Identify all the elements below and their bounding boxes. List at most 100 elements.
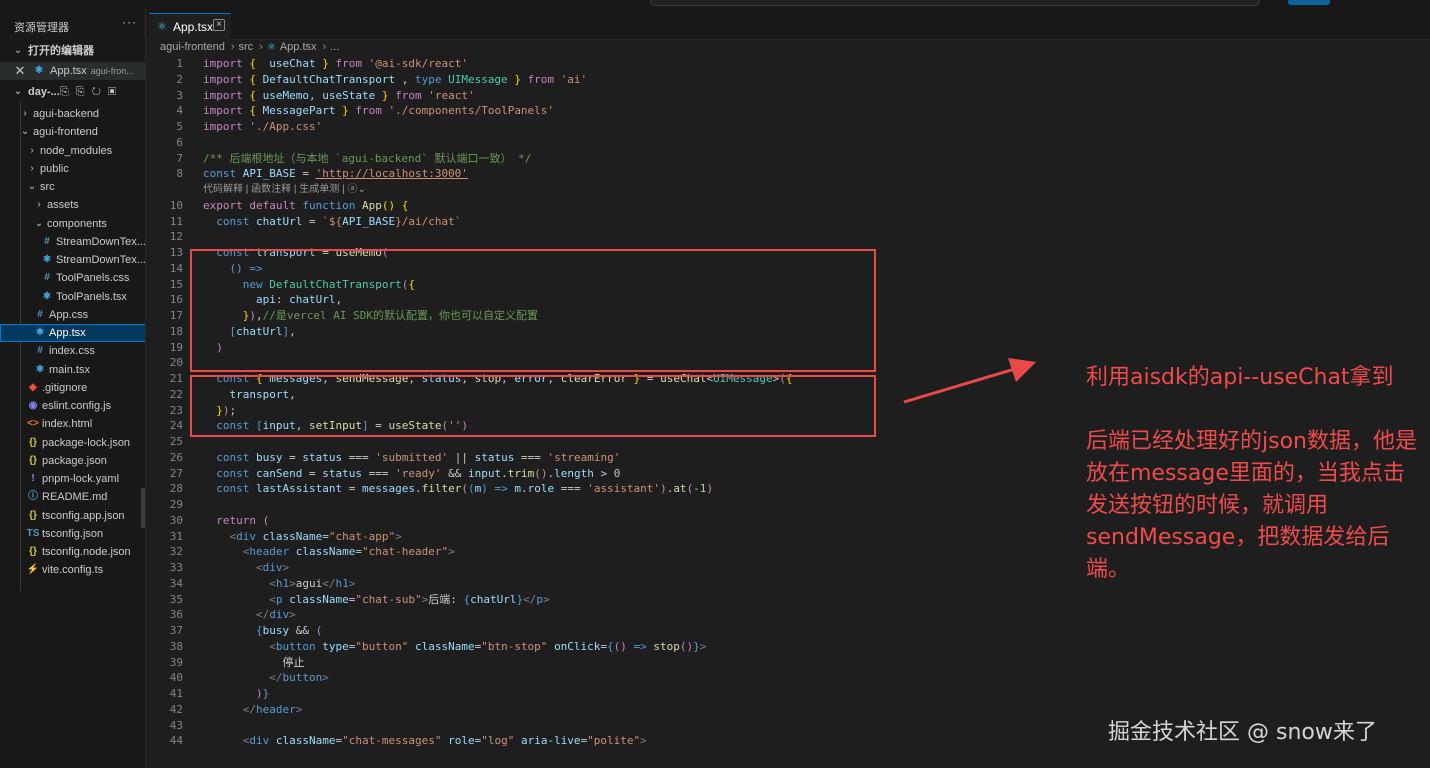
more-actions-icon[interactable]: ··· bbox=[122, 15, 137, 29]
tree-item[interactable]: # ToolPanels.css bbox=[0, 269, 145, 287]
line-number: 8 bbox=[176, 167, 183, 181]
tree-item[interactable]: ! pnpm-lock.yaml bbox=[0, 470, 145, 488]
annotation-arrow bbox=[903, 358, 1036, 404]
tree-item[interactable]: {} tsconfig.app.json bbox=[0, 507, 145, 525]
tree-item[interactable]: ⌄ agui-frontend bbox=[0, 123, 145, 141]
code-token: () bbox=[679, 639, 694, 653]
code-line[interactable]: 10 export default function App() { bbox=[147, 198, 1430, 214]
code-token: > bbox=[640, 734, 647, 748]
tab-app-tsx[interactable]: ⚛ App.tsx × bbox=[149, 13, 231, 40]
code-token: useMemo bbox=[262, 88, 309, 102]
tree-item[interactable]: ⚛ main.tsx bbox=[0, 361, 145, 379]
code-token: status bbox=[302, 450, 343, 464]
project-section[interactable]: ⌄ day-... ⎘⎘↻▣ bbox=[0, 83, 145, 101]
tree-item[interactable]: ⚛ StreamDownTex... bbox=[0, 251, 145, 269]
line-number: 26 bbox=[169, 450, 183, 464]
code-line[interactable]: 6 bbox=[147, 135, 1430, 151]
tree-item[interactable]: # index.css bbox=[0, 342, 145, 360]
code-line[interactable]: 代码解释 | 函数注释 | 生成单测 | ⓐ⌄ bbox=[147, 182, 1430, 198]
tree-item[interactable]: TS tsconfig.json bbox=[0, 525, 145, 543]
tree-item[interactable]: {} package.json bbox=[0, 452, 145, 470]
line-number: 33 bbox=[169, 561, 183, 574]
sidebar-scrollbar[interactable] bbox=[141, 488, 145, 528]
close-icon[interactable]: ✕ bbox=[14, 62, 26, 80]
file-type-icon: ◆ bbox=[29, 381, 37, 393]
open-editor-item[interactable]: ✕ ⚛ App.tsx agui-fron... bbox=[0, 62, 145, 80]
tree-item[interactable]: # StreamDownTex... bbox=[0, 233, 145, 251]
open-editors-section[interactable]: ⌄ 打开的编辑器 bbox=[0, 42, 145, 60]
code-text: </div> bbox=[203, 607, 296, 623]
code-line[interactable]: 7 /** 后端根地址（与本地 `agui-backend` 默认端口一致） */ bbox=[147, 151, 1430, 167]
code-line[interactable]: 1 import { useChat } from '@ai-sdk/react' bbox=[147, 56, 1430, 72]
code-line[interactable]: 2 import { DefaultChatTransport , type UI… bbox=[147, 72, 1430, 88]
code-text: </header> bbox=[203, 702, 303, 718]
code-line[interactable]: 38 <button type="button" className="btn-… bbox=[147, 639, 1430, 655]
codelens-actions[interactable]: 代码解释 | 函数注释 | 生成单测 | ⓐ⌄ bbox=[203, 182, 366, 198]
code-token: busy bbox=[256, 450, 283, 464]
file-type-icon: {} bbox=[29, 509, 37, 521]
tree-item[interactable]: ◆ .gitignore bbox=[0, 379, 145, 397]
explorer-toolbar-icons[interactable]: ⎘⎘↻▣ bbox=[60, 83, 123, 101]
line-number: 28 bbox=[169, 482, 183, 496]
code-line[interactable]: 8 const API_BASE = 'http://localhost:3000… bbox=[147, 166, 1430, 182]
code-line[interactable]: 5 import './App.css' bbox=[147, 119, 1430, 135]
code-line[interactable]: 35 <p className="chat-sub">后端: {chatUrl}… bbox=[147, 592, 1430, 608]
tree-item[interactable]: ⌄ src bbox=[0, 178, 145, 196]
code-line[interactable]: 4 import { MessagePart } from './componen… bbox=[147, 103, 1430, 119]
code-token: chatUrl bbox=[470, 592, 517, 606]
breadcrumb-item[interactable]: agui-frontend bbox=[160, 41, 225, 53]
tree-item-label: public bbox=[40, 162, 69, 175]
tree-item[interactable]: ◉ eslint.config.js bbox=[0, 397, 145, 415]
tree-item[interactable]: <> index.html bbox=[0, 415, 145, 433]
code-line[interactable]: 11 const chatUrl = `${API_BASE}/ai/chat` bbox=[147, 214, 1430, 230]
code-token: "chat-messages" bbox=[342, 734, 442, 748]
command-center-search[interactable] bbox=[650, 0, 1260, 6]
code-line[interactable]: 37 {busy && ( bbox=[147, 623, 1430, 639]
code-token: < bbox=[269, 592, 276, 606]
tree-item[interactable]: › public bbox=[0, 160, 145, 178]
chevron-right-icon: › bbox=[259, 41, 263, 53]
tree-item[interactable]: ⓘ README.md bbox=[0, 488, 145, 506]
code-token: { bbox=[255, 624, 263, 637]
tree-item[interactable]: ⌄ components bbox=[0, 215, 145, 233]
breadcrumb-item[interactable]: App.tsx bbox=[280, 41, 317, 53]
code-token: ( bbox=[467, 482, 475, 496]
line-number: 32 bbox=[169, 545, 183, 559]
code-line[interactable]: 40 </button> bbox=[147, 670, 1430, 686]
tree-item[interactable]: # App.css bbox=[0, 306, 145, 324]
close-icon[interactable]: × bbox=[213, 19, 225, 31]
code-text: import { useMemo, useState } from 'react… bbox=[203, 88, 475, 104]
code-token: agui bbox=[295, 576, 323, 590]
code-token: className bbox=[289, 592, 349, 606]
code-token: status bbox=[474, 450, 515, 464]
tree-item[interactable]: ⚛ ToolPanels.tsx bbox=[0, 288, 145, 306]
code-line[interactable]: 36 </div> bbox=[147, 607, 1430, 623]
code-line[interactable]: 12 bbox=[147, 229, 1430, 245]
tree-item-label: index.css bbox=[49, 345, 95, 358]
code-line[interactable]: 39 停止 bbox=[147, 655, 1430, 671]
code-token: > bbox=[295, 702, 303, 716]
tree-item[interactable]: {} package-lock.json bbox=[0, 434, 145, 452]
line-number: 7 bbox=[176, 151, 183, 165]
code-line[interactable]: 41 )} bbox=[147, 686, 1430, 702]
breadcrumb-item[interactable]: ... bbox=[330, 41, 339, 53]
tree-item[interactable]: ⚛ App.tsx bbox=[0, 324, 145, 342]
tab-label: App.tsx bbox=[173, 20, 214, 34]
tree-item[interactable]: › agui-backend bbox=[0, 105, 145, 123]
code-line[interactable]: 3 import { useMemo, useState } from 'reac… bbox=[147, 88, 1430, 104]
tree-item-label: tsconfig.json bbox=[42, 527, 104, 540]
open-editor-path: agui-fron... bbox=[90, 66, 134, 76]
line-number: 5 bbox=[176, 120, 183, 133]
chevron-down-icon: ⌄ bbox=[20, 126, 30, 138]
tree-item[interactable]: ⚡ vite.config.ts bbox=[0, 561, 145, 579]
tree-item[interactable]: › assets bbox=[0, 196, 145, 214]
breadcrumb-item[interactable]: src bbox=[239, 41, 254, 53]
accent-button[interactable] bbox=[1288, 0, 1330, 5]
tree-item[interactable]: › node_modules bbox=[0, 142, 145, 160]
tree-item[interactable]: {} tsconfig.node.json bbox=[0, 543, 145, 561]
